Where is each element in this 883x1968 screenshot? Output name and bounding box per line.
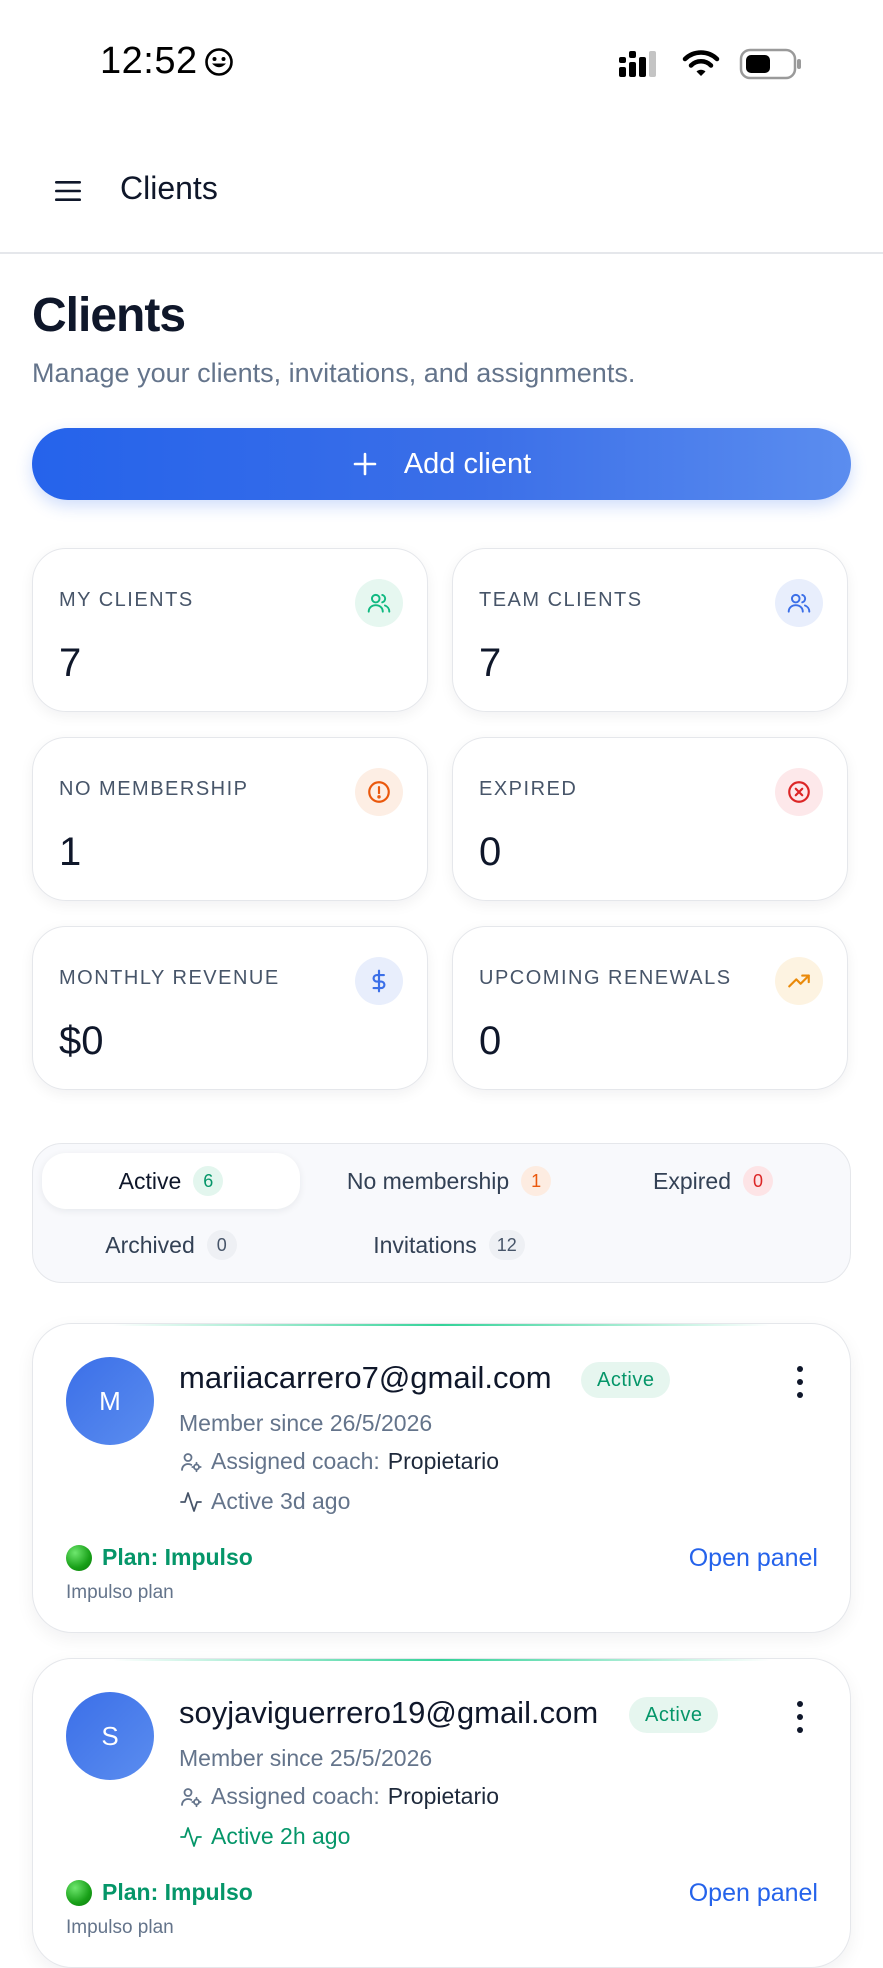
user-cog-icon bbox=[181, 1452, 202, 1472]
plan-row: Plan: Impulso bbox=[66, 1544, 253, 1571]
stat-card-upcoming-renewals: UPCOMING RENEWALS 0 bbox=[452, 926, 848, 1090]
stat-card-my-clients: MY CLIENTS 7 bbox=[32, 548, 428, 712]
stat-card-expired: EXPIRED 0 bbox=[452, 737, 848, 901]
avatar: S bbox=[66, 1692, 154, 1780]
stat-value: 7 bbox=[479, 641, 502, 685]
client-card[interactable]: M mariiacarrero7@gmail.com Active Member… bbox=[32, 1323, 851, 1633]
page-subtitle: Manage your clients, invitations, and as… bbox=[32, 358, 636, 388]
tab-invitations[interactable]: Invitations 12 bbox=[318, 1217, 580, 1273]
stat-card-team-clients: TEAM CLIENTS 7 bbox=[452, 548, 848, 712]
dollar-icon bbox=[355, 957, 403, 1005]
member-since: Member since 26/5/2026 bbox=[179, 1410, 433, 1436]
plan-row: Plan: Impulso bbox=[66, 1879, 253, 1906]
tab-label: Archived bbox=[105, 1231, 195, 1258]
client-email: soyjaviguerrero19@gmail.com bbox=[179, 1695, 599, 1730]
status-badge: Active bbox=[629, 1697, 719, 1733]
plan-description: Impulso plan bbox=[66, 1582, 174, 1603]
stat-label: EXPIRED bbox=[479, 778, 578, 800]
stat-card-monthly-revenue: MONTHLY REVENUE $0 bbox=[32, 926, 428, 1090]
green-circle-icon bbox=[66, 1544, 92, 1571]
green-circle-icon bbox=[66, 1879, 92, 1906]
client-email: mariiacarrero7@gmail.com bbox=[179, 1360, 552, 1395]
stat-value: 1 bbox=[59, 830, 82, 874]
tab-archived[interactable]: Archived 0 bbox=[42, 1217, 300, 1273]
alert-circle-icon bbox=[355, 768, 403, 816]
stat-value: 0 bbox=[479, 830, 502, 874]
trending-up-icon bbox=[775, 957, 823, 1005]
tab-count-badge: 6 bbox=[193, 1166, 224, 1196]
coach-name: Propietario bbox=[387, 1783, 500, 1809]
stat-value: $0 bbox=[59, 1019, 104, 1063]
activity-row: Active 3d ago bbox=[179, 1488, 350, 1515]
plan-name: Plan: Impulso bbox=[102, 1879, 253, 1905]
coach-label: Assigned coach: bbox=[211, 1448, 380, 1474]
more-options-icon[interactable] bbox=[790, 1697, 810, 1737]
plan-description: Impulso plan bbox=[66, 1917, 174, 1938]
assigned-coach-row: Assigned coach: Propietario bbox=[179, 1448, 499, 1475]
client-filter-tabs: Active 6 No membership 1 Expired 0 Archi… bbox=[32, 1143, 851, 1283]
wifi-icon bbox=[682, 50, 720, 76]
stat-value: 7 bbox=[59, 641, 82, 685]
tab-count-badge: 1 bbox=[521, 1166, 552, 1196]
coach-label: Assigned coach: bbox=[211, 1783, 380, 1809]
tab-count-badge: 0 bbox=[742, 1166, 773, 1196]
cellular-signal-icon bbox=[619, 51, 656, 77]
tab-label: Expired bbox=[653, 1167, 731, 1194]
tab-count-badge: 0 bbox=[206, 1230, 237, 1260]
client-card[interactable]: S soyjaviguerrero19@gmail.com Active Mem… bbox=[32, 1658, 851, 1968]
add-client-button[interactable]: Add client bbox=[32, 428, 851, 500]
user-cog-icon bbox=[181, 1787, 202, 1807]
stat-label: MY CLIENTS bbox=[59, 589, 194, 611]
tab-label: No membership bbox=[346, 1167, 510, 1194]
activity-row: Active 2h ago bbox=[179, 1823, 350, 1850]
member-since: Member since 25/5/2026 bbox=[179, 1745, 433, 1771]
plan-name: Plan: Impulso bbox=[102, 1544, 253, 1570]
assigned-coach-row: Assigned coach: Propietario bbox=[179, 1783, 499, 1810]
status-time: 12:52 bbox=[100, 40, 234, 83]
status-bar: 12:52 bbox=[0, 0, 883, 130]
battery-icon bbox=[739, 48, 801, 80]
plus-icon bbox=[353, 452, 377, 476]
stat-label: UPCOMING RENEWALS bbox=[479, 967, 732, 989]
tab-no-membership[interactable]: No membership 1 bbox=[318, 1153, 580, 1209]
activity-icon bbox=[180, 1491, 202, 1512]
menu-button[interactable] bbox=[50, 173, 86, 209]
status-badge: Active bbox=[581, 1362, 671, 1398]
users-icon bbox=[355, 579, 403, 627]
status-time-text: 12:52 bbox=[100, 40, 198, 82]
x-circle-icon bbox=[775, 768, 823, 816]
stat-label: MONTHLY REVENUE bbox=[59, 967, 280, 989]
last-active-text: Active 2h ago bbox=[211, 1823, 351, 1849]
tab-label: Active bbox=[118, 1167, 182, 1194]
tab-active[interactable]: Active 6 bbox=[42, 1153, 300, 1209]
add-client-label: Add client bbox=[403, 447, 532, 480]
top-app-bar: Clients bbox=[0, 130, 883, 254]
open-panel-link[interactable]: Open panel bbox=[689, 1879, 818, 1908]
topbar-title: Clients bbox=[120, 170, 218, 206]
tab-expired[interactable]: Expired 0 bbox=[588, 1153, 838, 1209]
avatar: M bbox=[66, 1357, 154, 1445]
more-options-icon[interactable] bbox=[790, 1362, 810, 1402]
coach-name: Propietario bbox=[387, 1448, 500, 1474]
stat-label: NO MEMBERSHIP bbox=[59, 778, 249, 800]
tab-label: Invitations bbox=[373, 1231, 477, 1258]
stat-value: 0 bbox=[479, 1019, 502, 1063]
status-icons bbox=[617, 48, 803, 80]
smiley-icon bbox=[204, 47, 233, 76]
stat-label: TEAM CLIENTS bbox=[479, 589, 643, 611]
activity-icon bbox=[180, 1826, 202, 1847]
page-title: Clients bbox=[32, 289, 186, 342]
open-panel-link[interactable]: Open panel bbox=[689, 1544, 818, 1573]
hamburger-menu-icon bbox=[55, 181, 81, 201]
users-icon bbox=[775, 579, 823, 627]
tab-count-badge: 12 bbox=[488, 1230, 525, 1260]
stat-card-no-membership: NO MEMBERSHIP 1 bbox=[32, 737, 428, 901]
last-active-text: Active 3d ago bbox=[211, 1488, 351, 1514]
